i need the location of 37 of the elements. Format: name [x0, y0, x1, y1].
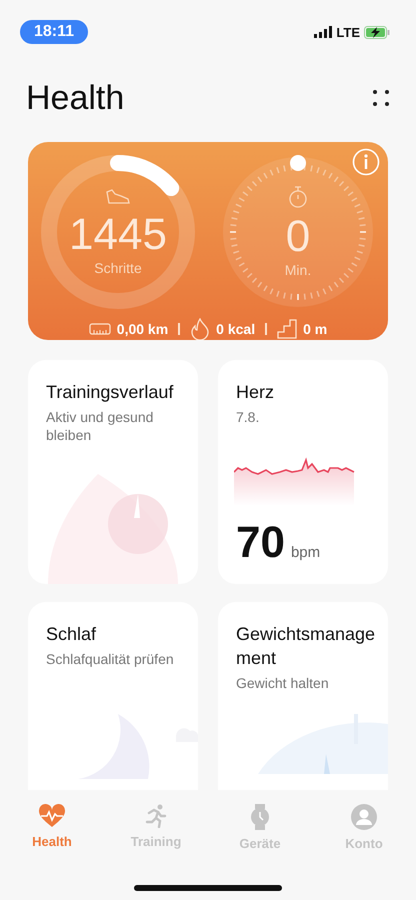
minutes-value: 0 — [286, 212, 310, 262]
card-subtitle: Schlafqualität prüfen — [46, 650, 175, 668]
activity-card[interactable]: 1445 Schritte 0 Min. 0,00 km 0 kcal 0 m — [28, 142, 388, 340]
avatar-icon — [351, 804, 377, 830]
heart-icon — [38, 804, 66, 828]
heart-card[interactable]: Herz 7.8. 70 bpm — [218, 360, 388, 584]
card-title: Trainingsverlauf — [46, 381, 174, 404]
tab-bar-item[interactable]: Health — [12, 804, 92, 851]
card-title: Herz — [236, 381, 276, 404]
shoe-icon — [105, 188, 131, 206]
ruler-icon — [88, 323, 111, 335]
page-title: Health — [26, 78, 124, 118]
card-title: Schlaf — [46, 623, 98, 646]
runner-icon — [144, 804, 168, 828]
stopwatch-icon — [288, 186, 308, 208]
training-card[interactable]: Trainingsverlauf Aktiv und gesund bleiben — [28, 360, 198, 584]
card-subtitle: Aktiv und gesund bleiben — [46, 408, 154, 444]
stairs-icon — [277, 319, 298, 339]
signal-icon — [314, 26, 332, 38]
calories-value: 0 kcal — [216, 321, 256, 337]
steps-value: 1445 — [69, 210, 167, 260]
status-time: 18:11 — [20, 20, 88, 44]
steps-label: Schritte — [94, 260, 142, 276]
sleep-card[interactable]: Schlaf Schlafqualität prüfen — [28, 602, 198, 790]
heart-rate-unit: bpm — [290, 544, 320, 561]
climb-value: 0 m — [303, 321, 328, 337]
card-subtitle: 7.8. — [236, 408, 260, 426]
card-title: Gewichtsmanagement — [236, 623, 376, 670]
watch-icon — [250, 804, 270, 830]
distance-value: 0,00 km — [116, 321, 168, 337]
grid-menu-icon[interactable] — [372, 89, 390, 107]
minutes-label: Min. — [284, 262, 312, 278]
heart-rate-value: 70 — [236, 518, 285, 568]
card-subtitle: Gewicht halten — [236, 674, 330, 692]
flame-icon — [190, 318, 210, 340]
network-label: LTE — [336, 24, 360, 40]
weight-card[interactable]: Gewichtsmanagement Gewicht halten — [218, 602, 388, 790]
